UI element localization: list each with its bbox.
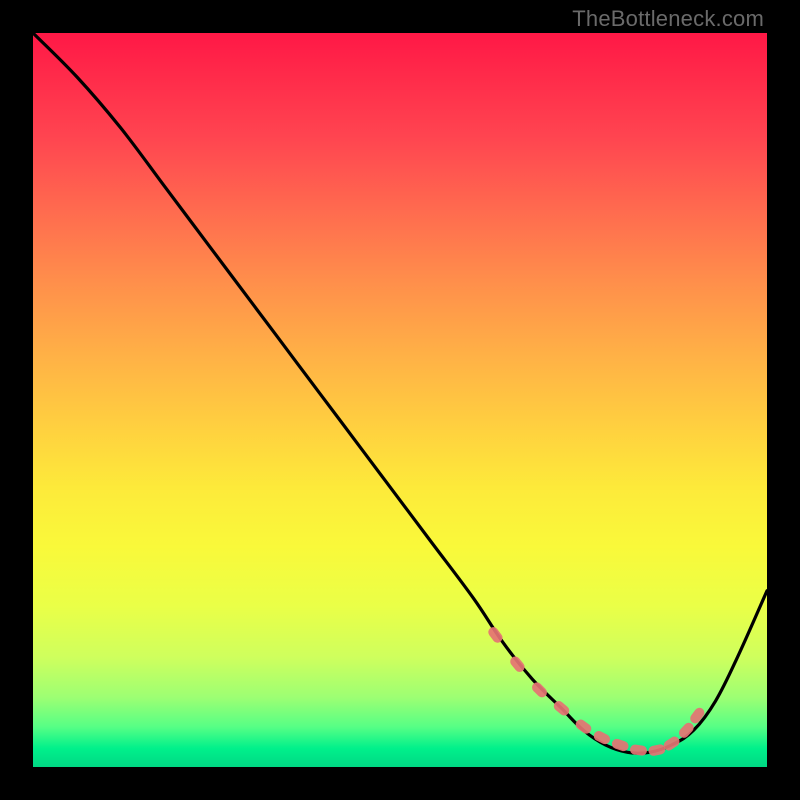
highlight-marker	[648, 744, 667, 757]
chart-frame: TheBottleneck.com	[0, 0, 800, 800]
chart-svg	[33, 33, 767, 767]
watermark-text: TheBottleneck.com	[572, 6, 764, 32]
highlight-marker	[611, 738, 630, 753]
highlight-marker	[688, 706, 706, 726]
highlight-marker	[677, 721, 696, 740]
highlight-marker	[574, 718, 594, 736]
highlight-markers-group	[486, 625, 706, 757]
plot-area	[33, 33, 767, 767]
bottleneck-curve-line	[33, 33, 767, 753]
highlight-marker	[530, 680, 549, 699]
